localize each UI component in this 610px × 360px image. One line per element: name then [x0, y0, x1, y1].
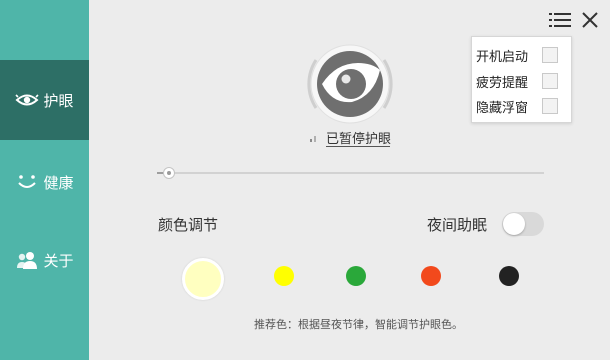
menu-item-label: 疲劳提醒 — [476, 75, 529, 91]
signal-icon — [309, 136, 316, 142]
eye-care-status: 已暂停护眼 — [300, 126, 400, 148]
menu-item-label: 开机启动 — [476, 49, 529, 65]
eye-icon — [15, 88, 40, 112]
sidebar-item-label: 护眼 — [43, 91, 74, 110]
color-swatch-green[interactable] — [346, 266, 366, 286]
menu-item-fatigue-reminder[interactable]: 疲劳提醒 — [472, 69, 571, 93]
status-text: 已暂停护眼 — [325, 131, 391, 147]
sidebar: 护眼 健康 关于 — [0, 0, 89, 360]
color-swatch-yellow[interactable] — [274, 266, 294, 286]
settings-menu: 开机启动 疲劳提醒 隐藏浮窗 — [471, 36, 572, 123]
eye-care-toggle-button[interactable] — [296, 30, 404, 138]
color-swatch-yellow-light[interactable] — [182, 258, 224, 300]
slider-track — [157, 172, 544, 174]
menu-item-label: 隐藏浮窗 — [476, 100, 529, 116]
menu-button[interactable] — [548, 8, 572, 32]
fatigue-reminder-checkbox[interactable] — [542, 73, 558, 89]
sidebar-item-about[interactable]: 关于 — [0, 220, 89, 300]
night-mode-label: 夜间助眠 — [427, 216, 488, 234]
toggle-knob — [503, 213, 525, 235]
sidebar-item-eye-care[interactable]: 护眼 — [0, 60, 89, 140]
users-icon — [15, 248, 39, 272]
menu-item-hide-float[interactable]: 隐藏浮窗 — [472, 94, 571, 118]
color-swatch-orange[interactable] — [421, 266, 441, 286]
close-button[interactable] — [578, 8, 602, 32]
recommend-hint: 推荐色：根据昼夜节律，智能调节护眼色。 — [254, 318, 463, 331]
eye-toggle-icon — [307, 44, 393, 124]
smile-icon — [15, 170, 39, 194]
status-underline — [326, 146, 390, 147]
sidebar-item-label: 健康 — [43, 173, 74, 192]
slider-thumb[interactable] — [162, 167, 175, 179]
menu-list-icon — [549, 13, 571, 27]
sidebar-item-label: 关于 — [43, 251, 74, 270]
sidebar-item-health[interactable]: 健康 — [0, 142, 89, 222]
close-icon — [582, 12, 598, 28]
hide-float-checkbox[interactable] — [542, 98, 558, 114]
night-mode-toggle[interactable] — [502, 212, 544, 236]
color-swatch-black[interactable] — [499, 266, 519, 286]
menu-item-autostart[interactable]: 开机启动 — [472, 43, 571, 67]
color-adjust-label: 颜色调节 — [158, 216, 219, 234]
autostart-checkbox[interactable] — [542, 47, 558, 63]
brightness-slider[interactable] — [157, 166, 544, 180]
